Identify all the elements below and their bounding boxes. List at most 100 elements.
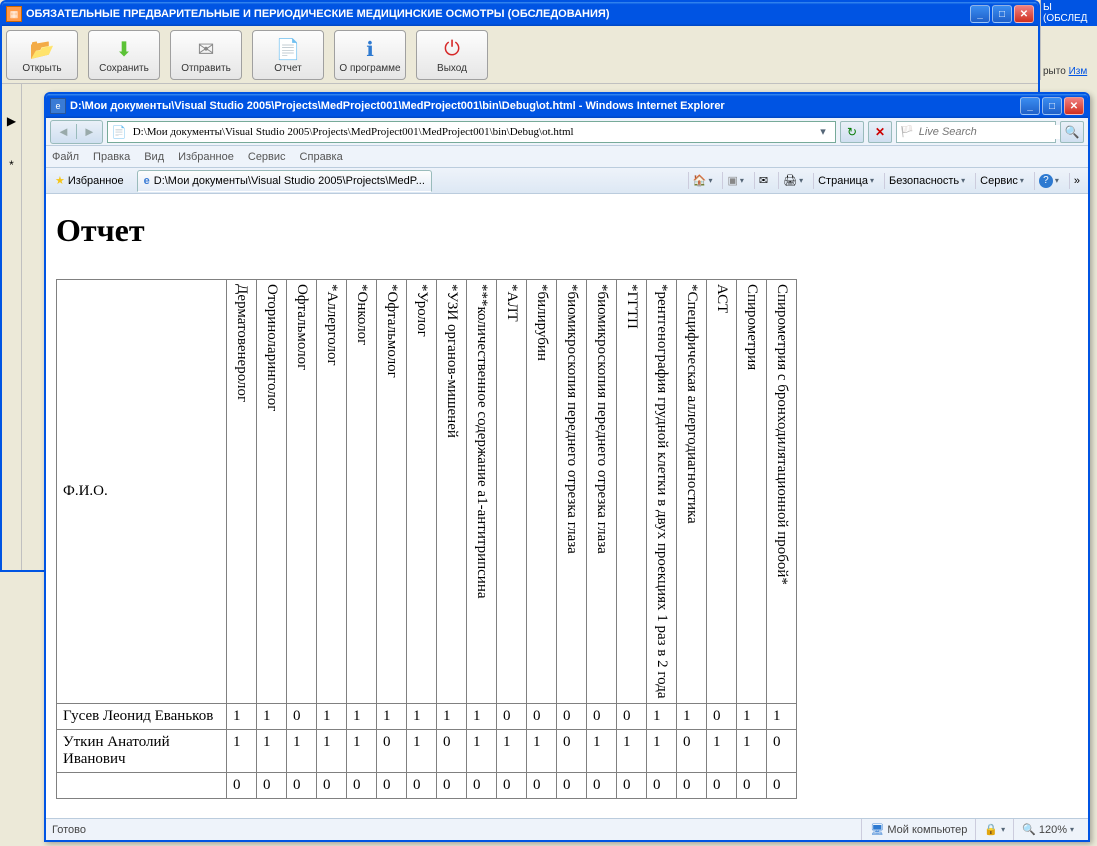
cell-val: 0	[677, 729, 707, 772]
col-6: *Уролог	[407, 280, 437, 704]
chevron-expand[interactable]: »	[1069, 173, 1084, 189]
cell-name: Уткин Анатолий Иванович	[57, 729, 227, 772]
service-menu[interactable]: Сервис▾	[975, 173, 1028, 189]
ie-menu-5[interactable]: Справка	[300, 151, 343, 163]
toolbar-icon-0: 📂	[28, 35, 56, 63]
col-0: Дерматовенеролог	[227, 280, 257, 704]
toolbar-icon-1: ⬇	[110, 35, 138, 63]
cell-val: 1	[677, 703, 707, 729]
feeds-button[interactable]: ▣▾	[722, 172, 747, 189]
cell-val: 0	[527, 703, 557, 729]
bg-frag-link[interactable]: Изм	[1069, 66, 1088, 77]
cell-val: 0	[737, 772, 767, 798]
toolbar-btn-2[interactable]: ✉Отправить	[170, 30, 242, 80]
cell-val: 0	[407, 772, 437, 798]
ie-status-bar: Готово 🖥 Мой компьютер 🔒▾ 🔍 120% ▾	[46, 818, 1088, 840]
close-button[interactable]: ✕	[1014, 5, 1034, 23]
print-icon: 🖨	[783, 174, 797, 187]
address-bar[interactable]: 📄 ▾	[107, 121, 836, 143]
col-3: *Аллерголог	[317, 280, 347, 704]
status-protected[interactable]: 🔒▾	[975, 819, 1013, 840]
browser-tab[interactable]: e D:\Мои документы\Visual Studio 2005\Pr…	[137, 170, 432, 192]
address-input[interactable]	[131, 125, 811, 139]
cell-val: 1	[437, 703, 467, 729]
favorites-button[interactable]: ★ Избранное	[50, 172, 129, 189]
report-heading: Отчет	[56, 212, 1078, 249]
toolbar-btn-0[interactable]: 📂Открыть	[6, 30, 78, 80]
print-button[interactable]: 🖨▾	[778, 172, 807, 189]
toolbar-btn-4[interactable]: ℹО программе	[334, 30, 406, 80]
cell-val: 0	[287, 703, 317, 729]
left-marker-0: ▶	[7, 114, 16, 128]
cell-val: 1	[647, 729, 677, 772]
toolbar-label-1: Сохранить	[99, 63, 149, 74]
cell-val: 1	[767, 703, 797, 729]
ie-maximize-button[interactable]: □	[1042, 97, 1062, 115]
bg-frag-title: Ы (ОБСЛЕД	[1041, 0, 1097, 26]
computer-icon: 🖥	[870, 823, 884, 836]
toolbar-btn-1[interactable]: ⬇Сохранить	[88, 30, 160, 80]
ie-fwd-button[interactable]: ►	[76, 124, 102, 139]
toolbar-icon-5: ⏻	[438, 35, 466, 63]
toolbar-label-3: Отчет	[274, 63, 301, 74]
col-15: *Специфическая аллергодиагностика	[677, 280, 707, 704]
cell-val: 1	[707, 729, 737, 772]
refresh-button[interactable]: ↻	[840, 121, 864, 143]
cell-val: 0	[647, 772, 677, 798]
cell-val: 0	[587, 772, 617, 798]
toolbar-label-0: Открыть	[22, 63, 61, 74]
cell-val: 0	[377, 772, 407, 798]
ie-minimize-button[interactable]: _	[1020, 97, 1040, 115]
cell-val: 1	[347, 729, 377, 772]
cell-val: 0	[557, 772, 587, 798]
cell-val: 1	[347, 703, 377, 729]
ie-menu-row: Файл Правка Вид Избранное Сервис Справка	[46, 146, 1088, 168]
toolbar-label-2: Отправить	[181, 63, 231, 74]
ie-menu-1[interactable]: Правка	[93, 151, 130, 163]
home-button[interactable]: 🏠▾	[688, 172, 717, 189]
cell-val: 1	[407, 703, 437, 729]
col-fio: Ф.И.О.	[57, 280, 227, 704]
ie-nav-row: ◄► 📄 ▾ ↻ ✕ 🏳️ 🔍	[46, 118, 1088, 146]
mail-button[interactable]: ✉	[754, 172, 772, 189]
cell-val: 0	[347, 772, 377, 798]
ie-window: e D:\Мои документы\Visual Studio 2005\Pr…	[44, 92, 1090, 842]
page-menu[interactable]: Страница▾	[813, 173, 878, 189]
maximize-button[interactable]: □	[992, 5, 1012, 23]
report-table: Ф.И.О.ДерматовенерологОториноларингологО…	[56, 279, 797, 799]
shield-icon: 🔒	[984, 823, 998, 836]
address-dropdown-icon[interactable]: ▾	[815, 125, 831, 138]
bg-frag-line1: рыто	[1043, 66, 1066, 77]
toolbar-btn-5[interactable]: ⏻Выход	[416, 30, 488, 80]
left-marker-1: *	[9, 158, 14, 172]
ie-fav-row: ★ Избранное e D:\Мои документы\Visual St…	[46, 168, 1088, 194]
minimize-button[interactable]: _	[970, 5, 990, 23]
cell-val: 1	[737, 703, 767, 729]
page-icon: 📄	[112, 125, 127, 139]
cell-val: 1	[587, 729, 617, 772]
status-zoom[interactable]: 🔍 120% ▾	[1013, 819, 1082, 840]
cell-val: 1	[227, 703, 257, 729]
col-14: *рентгенография грудной клетки в двух пр…	[647, 280, 677, 704]
table-row: Гусев Леонид Еваньков1101111110000011011	[57, 703, 797, 729]
stop-button[interactable]: ✕	[868, 121, 892, 143]
cell-val: 0	[437, 772, 467, 798]
ie-menu-4[interactable]: Сервис	[248, 151, 286, 163]
ie-close-button[interactable]: ✕	[1064, 97, 1084, 115]
cell-val: 0	[497, 703, 527, 729]
service-menu-label: Сервис	[980, 175, 1018, 187]
cell-val: 0	[677, 772, 707, 798]
cell-val: 1	[257, 703, 287, 729]
toolbar-btn-3[interactable]: 📄Отчет	[252, 30, 324, 80]
ie-back-button[interactable]: ◄	[51, 124, 76, 139]
search-go-button[interactable]: 🔍	[1060, 121, 1084, 143]
ie-menu-2[interactable]: Вид	[144, 151, 164, 163]
col-16: АСТ	[707, 280, 737, 704]
cell-val: 0	[377, 729, 407, 772]
help-button[interactable]: ?▾	[1034, 172, 1063, 190]
ie-menu-3[interactable]: Избранное	[178, 151, 234, 163]
security-menu[interactable]: Безопасность▾	[884, 173, 969, 189]
search-input[interactable]	[917, 125, 1064, 139]
search-box[interactable]: 🏳️	[896, 121, 1056, 143]
ie-menu-0[interactable]: Файл	[52, 151, 79, 163]
